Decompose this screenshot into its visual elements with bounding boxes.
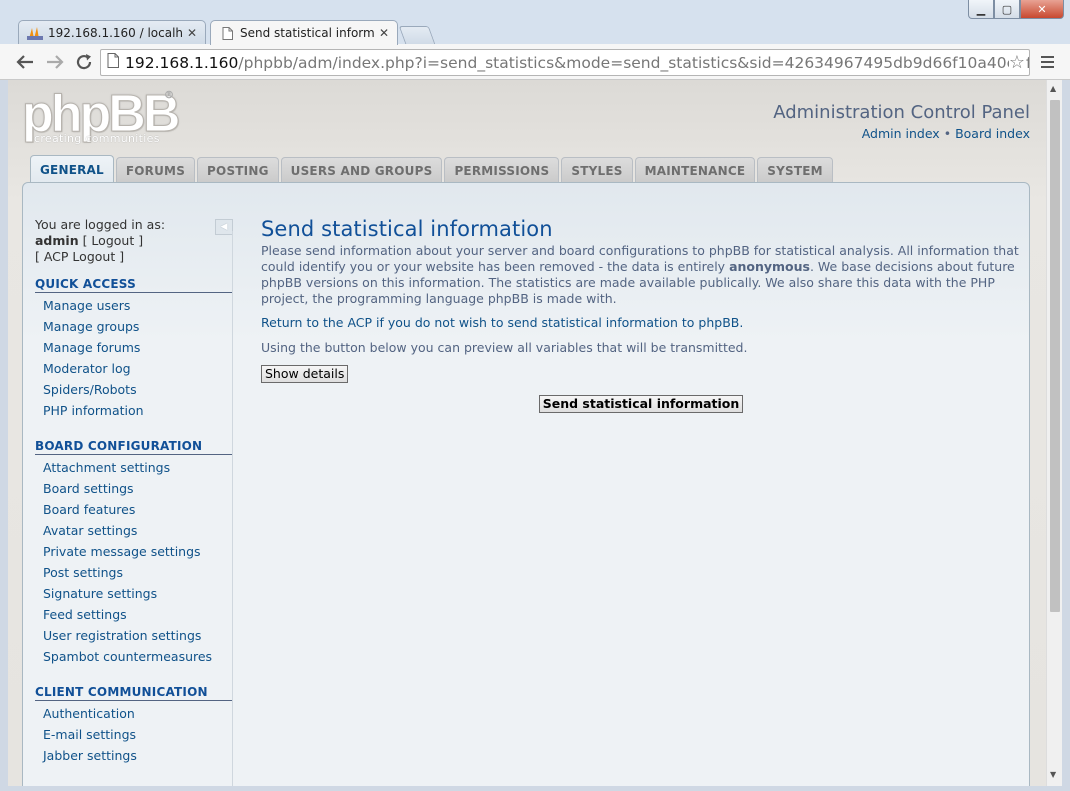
sidebar-section-title: QUICK ACCESS xyxy=(35,277,232,293)
sidebar-item-user-registration-settings[interactable]: User registration settings xyxy=(35,625,232,646)
pma-icon xyxy=(27,26,43,40)
forward-arrow-icon[interactable] xyxy=(44,51,66,73)
window-frame xyxy=(0,786,1070,791)
sidebar-item-manage-users[interactable]: Manage users xyxy=(35,295,232,316)
preview-text: Using the button below you can preview a… xyxy=(261,340,748,355)
page-icon xyxy=(219,26,235,40)
back-arrow-icon[interactable] xyxy=(14,51,36,73)
browser-menu-icon[interactable] xyxy=(1036,51,1058,73)
sidebar-item-authentication[interactable]: Authentication xyxy=(35,703,232,724)
sidebar-section-title: CLIENT COMMUNICATION xyxy=(35,685,232,701)
url-path: /phpbb/adm/index.php?i=send_statistics&m… xyxy=(238,53,1030,72)
close-tab-icon[interactable]: ✕ xyxy=(379,26,389,40)
content-title: Send statistical information xyxy=(261,217,553,241)
page-scrollbar[interactable]: ▲ ▼ xyxy=(1046,80,1062,786)
sidebar-item-php-information[interactable]: PHP information xyxy=(35,400,232,421)
logo-registered-mark: ® xyxy=(164,90,175,102)
phpbb-logo[interactable]: phpBB ® creating communities xyxy=(21,88,180,146)
collapse-sidebar-icon[interactable]: ◀ xyxy=(215,219,233,235)
browser-titlebar: ▁ ▢ ✕ 192.168.1.160 / localhos ✕ Send st… xyxy=(0,0,1070,45)
admin-index-link[interactable]: Admin index xyxy=(862,126,940,141)
window-frame xyxy=(1062,80,1070,791)
acp-logout-link[interactable]: [ ACP Logout ] xyxy=(35,249,165,265)
sidebar-item-spiders-robots[interactable]: Spiders/Robots xyxy=(35,379,232,400)
bookmark-star-icon[interactable]: ☆ xyxy=(1008,52,1025,73)
tab-users-and-groups[interactable]: USERS AND GROUPS xyxy=(280,157,443,183)
close-tab-icon[interactable]: ✕ xyxy=(187,26,197,40)
sidebar-item-manage-forums[interactable]: Manage forums xyxy=(35,337,232,358)
logged-in-label: You are logged in as: xyxy=(35,217,166,232)
browser-tab-active[interactable]: Send statistical informati ✕ xyxy=(210,20,398,45)
scroll-down-icon[interactable]: ▼ xyxy=(1050,770,1056,779)
sidebar-item-moderator-log[interactable]: Moderator log xyxy=(35,358,232,379)
board-index-link[interactable]: Board index xyxy=(955,126,1030,141)
link-separator: • xyxy=(943,126,952,141)
tab-styles[interactable]: STYLES xyxy=(561,157,633,183)
scroll-up-icon[interactable]: ▲ xyxy=(1050,84,1056,93)
window-controls: ▁ ▢ ✕ xyxy=(968,0,1064,19)
sidebar-item-board-features[interactable]: Board features xyxy=(35,499,232,520)
tab-permissions[interactable]: PERMISSIONS xyxy=(444,157,560,183)
main-content: Send statistical information Please send… xyxy=(261,217,1021,413)
address-bar[interactable]: 192.168.1.160/phpbb/adm/index.php?i=send… xyxy=(100,49,1030,76)
acp-tabs: GENERAL FORUMS POSTING USERS AND GROUPS … xyxy=(30,155,833,183)
sidebar-section-title: BOARD CONFIGURATION xyxy=(35,439,232,455)
sidebar-divider xyxy=(232,231,233,786)
sidebar-item-email-settings[interactable]: E-mail settings xyxy=(35,724,232,745)
sidebar-item-board-settings[interactable]: Board settings xyxy=(35,478,232,499)
sidebar-section-client-communication: CLIENT COMMUNICATION Authentication E-ma… xyxy=(35,685,232,766)
sidebar-item-jabber-settings[interactable]: Jabber settings xyxy=(35,745,232,766)
anonymous-emphasis: anonymous xyxy=(729,259,810,274)
maximize-icon[interactable]: ▢ xyxy=(994,0,1020,19)
page-icon xyxy=(107,53,119,72)
login-info: You are logged in as: admin [ Logout ] [… xyxy=(35,217,165,265)
logout-link[interactable]: [ Logout ] xyxy=(83,233,144,248)
tab-posting[interactable]: POSTING xyxy=(197,157,279,183)
sidebar-item-post-settings[interactable]: Post settings xyxy=(35,562,232,583)
browser-tab-phpmyadmin[interactable]: 192.168.1.160 / localhos ✕ xyxy=(18,20,206,45)
scrollbar-thumb[interactable] xyxy=(1050,100,1060,612)
content-panel: You are logged in as: admin [ Logout ] [… xyxy=(22,182,1030,786)
logo-tagline: creating communities xyxy=(34,132,160,145)
return-to-acp-link[interactable]: Return to the ACP if you do not wish to … xyxy=(261,315,1021,331)
tab-forums[interactable]: FORUMS xyxy=(115,157,196,183)
sidebar-item-spambot-countermeasures[interactable]: Spambot countermeasures xyxy=(35,646,232,667)
tab-maintenance[interactable]: MAINTENANCE xyxy=(634,157,756,183)
reload-icon[interactable] xyxy=(73,51,95,73)
new-tab-button[interactable] xyxy=(398,26,436,44)
tab-title: Send statistical informati xyxy=(240,26,375,40)
username: admin xyxy=(35,233,79,248)
sidebar-item-signature-settings[interactable]: Signature settings xyxy=(35,583,232,604)
sidebar-item-private-message-settings[interactable]: Private message settings xyxy=(35,541,232,562)
close-window-icon[interactable]: ✕ xyxy=(1020,0,1064,19)
header-links: Admin index • Board index xyxy=(862,126,1030,141)
sidebar-section-board-configuration: BOARD CONFIGURATION Attachment settings … xyxy=(35,439,232,667)
sidebar-item-manage-groups[interactable]: Manage groups xyxy=(35,316,232,337)
tab-title: 192.168.1.160 / localhos xyxy=(48,26,183,40)
window-frame xyxy=(0,80,8,791)
sidebar-item-feed-settings[interactable]: Feed settings xyxy=(35,604,232,625)
tab-general[interactable]: GENERAL xyxy=(30,155,114,183)
sidebar-item-attachment-settings[interactable]: Attachment settings xyxy=(35,457,232,478)
send-statistics-button[interactable]: Send statistical information xyxy=(538,395,744,413)
page-title: Administration Control Panel xyxy=(773,102,1030,123)
sidebar-section-quick-access: QUICK ACCESS Manage users Manage groups … xyxy=(35,277,232,421)
minimize-icon[interactable]: ▁ xyxy=(968,0,994,19)
url-host: 192.168.1.160 xyxy=(125,53,239,72)
browser-toolbar: 192.168.1.160/phpbb/adm/index.php?i=send… xyxy=(0,44,1070,80)
tab-system[interactable]: SYSTEM xyxy=(757,157,833,183)
page-viewport: phpBB ® creating communities Administrat… xyxy=(8,80,1046,786)
sidebar-item-avatar-settings[interactable]: Avatar settings xyxy=(35,520,232,541)
show-details-button[interactable]: Show details xyxy=(261,365,349,383)
intro-text: Please send information about your serve… xyxy=(261,243,1021,307)
